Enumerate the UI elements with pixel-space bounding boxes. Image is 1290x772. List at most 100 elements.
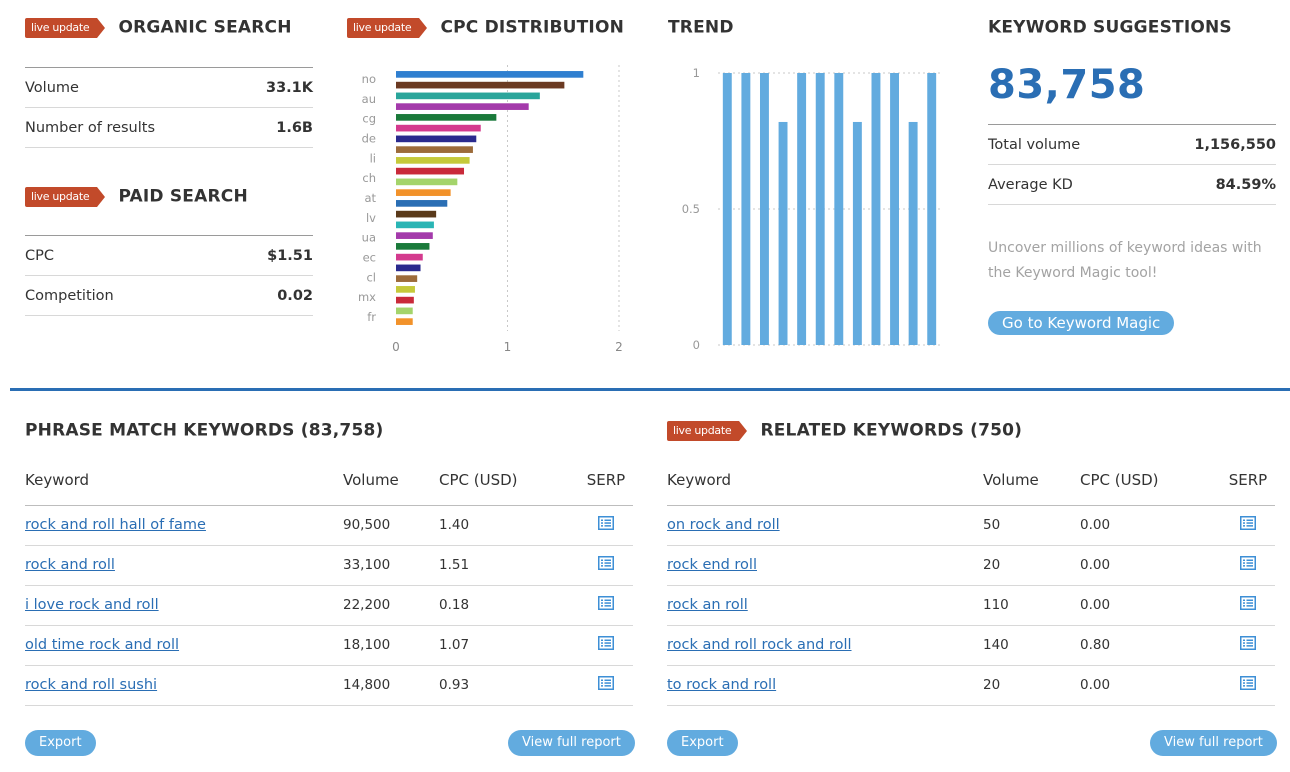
go-to-keyword-magic-button[interactable]: Go to Keyword Magic <box>988 311 1175 335</box>
cpc-category-label: no <box>362 72 376 86</box>
column-cpc[interactable]: CPC (USD) <box>439 455 579 506</box>
cpc-bar <box>396 167 465 175</box>
average-kd-label: Average KD <box>988 176 1073 193</box>
cpc-bar <box>396 307 413 315</box>
cpc-x-tick-label: 2 <box>615 340 623 354</box>
trend-bar <box>741 73 751 345</box>
keyword-cell: rock and roll <box>25 545 343 586</box>
related-export-button[interactable]: Export <box>667 730 738 756</box>
organic-volume-label: Volume <box>25 79 79 96</box>
serp-list-icon[interactable] <box>598 556 614 570</box>
trend-header: TREND <box>668 17 734 38</box>
keyword-cell: to rock and roll <box>667 665 983 706</box>
trend-bar <box>834 73 844 345</box>
table-header-row: Keyword Volume CPC (USD) SERP <box>25 455 633 506</box>
keyword-link[interactable]: rock and roll <box>25 557 115 573</box>
serp-cell <box>1221 505 1275 546</box>
serp-list-icon[interactable] <box>1240 636 1256 650</box>
serp-list-icon[interactable] <box>1240 516 1256 530</box>
organic-search-title: ORGANIC SEARCH <box>118 17 292 38</box>
table-row: old time rock and roll 18,100 1.07 <box>25 625 633 666</box>
organic-volume-value: 33.1K <box>265 79 313 96</box>
live-update-badge: live update <box>25 17 106 38</box>
cpc-bar <box>396 264 421 272</box>
volume-cell: 50 <box>983 505 1080 546</box>
trend-bar <box>778 121 788 346</box>
table-row: rock and roll hall of fame 90,500 1.40 <box>25 505 633 546</box>
cpc-cell: 0.80 <box>1080 625 1221 666</box>
cpc-category-label: cl <box>366 270 376 284</box>
cpc-x-tick-label: 0 <box>392 340 400 354</box>
related-keywords-header: live update RELATED KEYWORDS (750) <box>667 420 1022 441</box>
average-kd-row: Average KD 84.59% <box>988 165 1276 205</box>
column-volume[interactable]: Volume <box>343 455 439 506</box>
serp-cell <box>579 585 633 626</box>
serp-cell <box>1221 625 1275 666</box>
keyword-link[interactable]: old time rock and roll <box>25 637 179 653</box>
total-volume-value: 1,156,550 <box>1194 136 1276 153</box>
keyword-link[interactable]: rock and roll sushi <box>25 677 157 693</box>
column-serp: SERP <box>579 455 633 506</box>
cpc-bar <box>396 189 451 196</box>
paid-search-table: CPC $1.51 Competition 0.02 <box>25 235 313 316</box>
related-view-full-report-button[interactable]: View full report <box>1150 730 1277 756</box>
table-row: to rock and roll 20 0.00 <box>667 665 1275 706</box>
phrase-match-title: PHRASE MATCH KEYWORDS (83,758) <box>25 420 384 441</box>
table-row: rock and roll 33,100 1.51 <box>25 545 633 586</box>
table-row: rock and roll rock and roll 140 0.80 <box>667 625 1275 666</box>
cpc-bar <box>396 253 423 261</box>
keyword-link[interactable]: rock and roll hall of fame <box>25 517 206 533</box>
serp-list-icon[interactable] <box>598 596 614 610</box>
phrase-view-full-report-button[interactable]: View full report <box>508 730 635 756</box>
cpc-bar <box>396 135 477 143</box>
organic-search-table: Volume 33.1K Number of results 1.6B <box>25 67 313 148</box>
volume-cell: 22,200 <box>343 585 439 626</box>
column-keyword[interactable]: Keyword <box>667 455 983 506</box>
cpc-bar <box>396 318 413 325</box>
volume-cell: 90,500 <box>343 505 439 546</box>
phrase-export-button[interactable]: Export <box>25 730 96 756</box>
trend-y-tick-label: 0.5 <box>682 202 700 216</box>
keyword-link[interactable]: rock end roll <box>667 557 757 573</box>
keyword-link[interactable]: rock and roll rock and roll <box>667 637 852 653</box>
paid-search-header: live update PAID SEARCH <box>25 186 248 207</box>
serp-list-icon[interactable] <box>598 636 614 650</box>
live-update-badge: live update <box>347 17 428 38</box>
organic-results-label: Number of results <box>25 119 156 136</box>
table-row: on rock and roll 50 0.00 <box>667 505 1275 546</box>
keyword-link[interactable]: on rock and roll <box>667 517 780 533</box>
cpc-bar <box>396 81 565 89</box>
keyword-cell: old time rock and roll <box>25 625 343 666</box>
keyword-link[interactable]: i love rock and roll <box>25 597 159 613</box>
serp-list-icon[interactable] <box>1240 676 1256 690</box>
serp-list-icon[interactable] <box>598 516 614 530</box>
cpc-bar <box>396 200 448 207</box>
serp-list-icon[interactable] <box>598 676 614 690</box>
cpc-category-label: lv <box>366 211 376 225</box>
cpc-bar <box>396 124 481 132</box>
cpc-bar <box>396 146 473 153</box>
keyword-suggestions-count: 83,758 <box>988 62 1146 108</box>
paid-competition-label: Competition <box>25 287 114 304</box>
keyword-link[interactable]: to rock and roll <box>667 677 776 693</box>
trend-bar <box>722 73 732 345</box>
table-row: i love rock and roll 22,200 0.18 <box>25 585 633 626</box>
column-keyword[interactable]: Keyword <box>25 455 343 506</box>
trend-bar <box>890 73 900 345</box>
cpc-category-label: ch <box>362 171 376 185</box>
keyword-cell: i love rock and roll <box>25 585 343 626</box>
column-volume[interactable]: Volume <box>983 455 1080 506</box>
cpc-cell: 1.07 <box>439 625 579 666</box>
trend-bar <box>927 73 937 345</box>
keyword-cell: rock an roll <box>667 585 983 626</box>
serp-list-icon[interactable] <box>1240 556 1256 570</box>
trend-title: TREND <box>668 17 734 38</box>
keyword-link[interactable]: rock an roll <box>667 597 748 613</box>
trend-bar <box>759 73 769 345</box>
serp-list-icon[interactable] <box>1240 596 1256 610</box>
cpc-cell: 0.00 <box>1080 545 1221 586</box>
cpc-x-tick-label: 1 <box>504 340 512 354</box>
volume-cell: 140 <box>983 625 1080 666</box>
column-cpc[interactable]: CPC (USD) <box>1080 455 1221 506</box>
promo-line-2: the Keyword Magic tool! <box>988 265 1158 281</box>
